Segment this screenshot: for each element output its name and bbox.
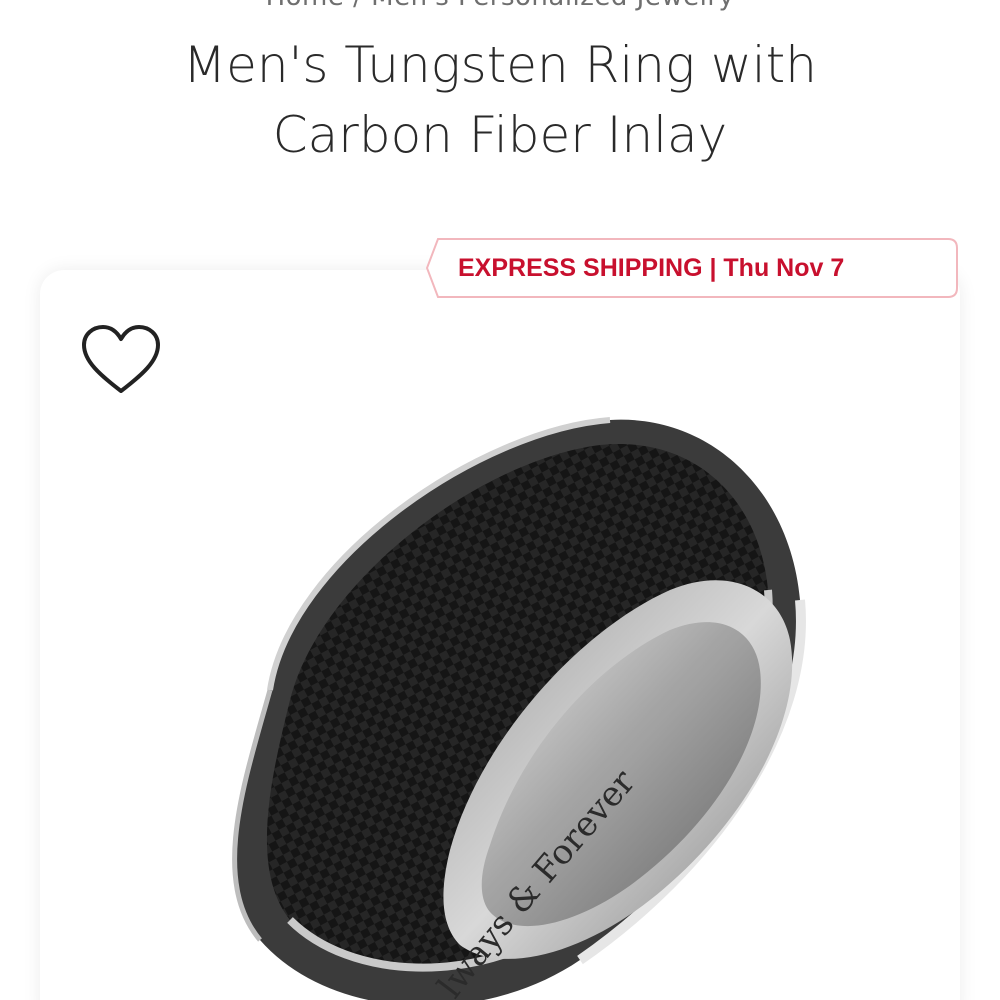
express-shipping-badge: EXPRESS SHIPPING | Thu Nov 7: [426, 238, 958, 298]
heart-outline-icon[interactable]: [80, 323, 162, 397]
breadcrumb[interactable]: Home / Men's Personalized Jewelry: [0, 0, 1000, 12]
title-line-2: Carbon Fiber Inlay: [272, 106, 728, 164]
ring-product-image: lways & Forever: [232, 417, 806, 1000]
title-line-1: Men's Tungsten Ring with: [183, 36, 817, 94]
shipping-badge-text: EXPRESS SHIPPING | Thu Nov 7: [458, 254, 845, 282]
product-page: Home / Men's Personalized Jewelry Men's …: [0, 0, 1000, 1000]
page-title: Men's Tungsten Ring with Carbon Fiber In…: [0, 30, 1000, 170]
